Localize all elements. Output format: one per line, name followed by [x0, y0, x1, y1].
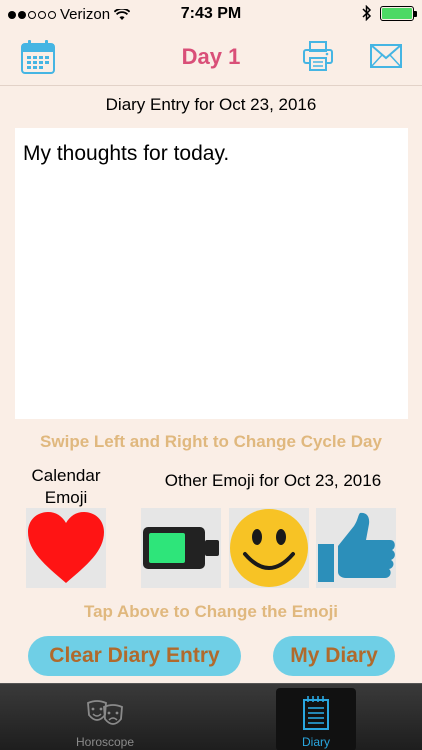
envelope-icon[interactable] [370, 44, 402, 73]
tab-diary[interactable]: Diary [276, 688, 356, 750]
heart-icon [28, 512, 104, 583]
emoji-button-smiley[interactable] [229, 508, 309, 588]
thumbs-up-icon [318, 512, 395, 582]
my-diary-button[interactable]: My Diary [273, 636, 395, 676]
emoji-button-battery[interactable] [141, 508, 221, 588]
nav-bar: Day 1 [0, 30, 422, 86]
other-emoji-label: Other Emoji for Oct 23, 2016 [164, 471, 382, 490]
smiley-icon [230, 509, 308, 587]
emoji-button-thumbs-up[interactable] [316, 508, 396, 588]
theater-masks-icon [87, 700, 123, 725]
status-bar: Verizon 7:43 PM [0, 0, 422, 30]
tab-horoscope[interactable]: Horoscope [55, 688, 155, 750]
tab-bar: Horoscope Diary [0, 683, 422, 750]
calendar-emoji-label: Calendar Emoji [31, 466, 101, 507]
printer-icon[interactable] [302, 40, 334, 77]
tap-hint: Tap Above to Change the Emoji [83, 602, 339, 621]
swipe-hint: Swipe Left and Right to Change Cycle Day [40, 432, 382, 451]
diary-date-heading: Diary Entry for Oct 23, 2016 [105, 95, 317, 114]
calendar-emoji-button[interactable] [26, 508, 106, 588]
bluetooth-icon [362, 5, 372, 21]
tab-horoscope-label: Horoscope [75, 735, 135, 749]
battery-icon [143, 527, 219, 569]
clear-diary-entry-button[interactable]: Clear Diary Entry [28, 636, 241, 676]
notebook-icon [303, 696, 329, 730]
tab-diary-label: Diary [301, 735, 330, 749]
diary-entry-textarea[interactable]: My thoughts for today. [15, 128, 408, 419]
page-title: Day 1 [181, 44, 241, 69]
clock: 7:43 PM [180, 5, 242, 22]
battery-status-icon [380, 5, 417, 21]
